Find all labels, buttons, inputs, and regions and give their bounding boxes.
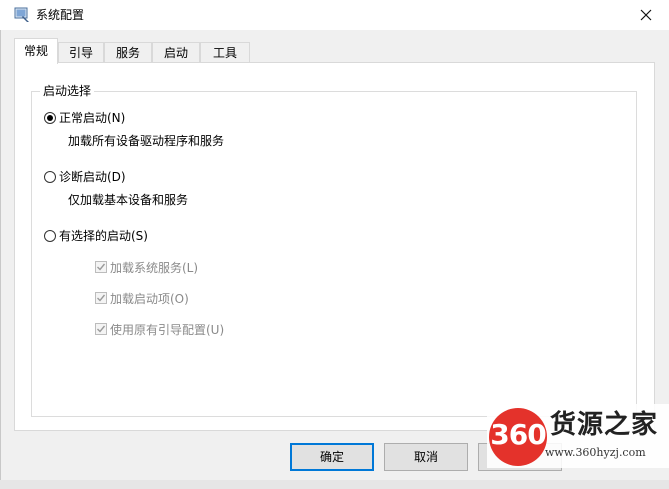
tab-startup[interactable]: 启动: [152, 42, 200, 63]
watermark-url: www.360hyzj.com: [545, 446, 646, 459]
watermark: 360 货源之家 www.360hyzj.com: [487, 404, 669, 468]
checkbox-load-startup-items[interactable]: 加载启动项(O): [95, 289, 189, 307]
checkbox-checked-disabled[interactable]: [95, 292, 107, 304]
watermark-text: 货源之家: [550, 410, 659, 440]
checkbox-use-original-boot-config[interactable]: 使用原有引导配置(U): [95, 320, 224, 338]
radio-label[interactable]: 正常启动(N): [59, 110, 125, 126]
radio-button-checked[interactable]: [44, 112, 56, 124]
checkbox-load-system-services[interactable]: 加载系统服务(L): [95, 258, 198, 276]
background-strip: [0, 480, 669, 489]
radio-diagnostic-startup[interactable]: 诊断启动(D): [44, 168, 126, 186]
title-bar: 系统配置: [0, 0, 669, 30]
option-description: 仅加载基本设备和服务: [68, 193, 189, 207]
window-title: 系统配置: [36, 8, 85, 22]
close-button[interactable]: [622, 0, 669, 30]
group-legend: 启动选择: [40, 83, 95, 99]
ok-button[interactable]: 确定: [290, 443, 374, 471]
radio-label[interactable]: 有选择的启动(S): [59, 228, 148, 244]
radio-button[interactable]: [44, 171, 56, 183]
radio-label[interactable]: 诊断启动(D): [59, 169, 126, 185]
close-icon: [640, 9, 651, 21]
tab-general[interactable]: 常规: [14, 38, 58, 64]
checkbox-label: 加载系统服务(L): [110, 260, 199, 275]
checkbox-checked-disabled[interactable]: [95, 323, 107, 335]
msconfig-icon: [14, 7, 30, 23]
tab-tools[interactable]: 工具: [200, 42, 250, 63]
tab-panel-general: 启动选择 正常启动(N) 加载所有设备驱动程序和服务 诊断启动(D) 仅加载基本…: [14, 62, 655, 431]
watermark-number: 360: [490, 418, 546, 451]
checkbox-checked-disabled[interactable]: [95, 261, 107, 273]
checkbox-label: 加载启动项(O): [110, 291, 189, 306]
tab-services[interactable]: 服务: [104, 42, 152, 63]
checkbox-label: 使用原有引导配置(U): [110, 322, 225, 337]
startup-selection-group: 启动选择 正常启动(N) 加载所有设备驱动程序和服务 诊断启动(D) 仅加载基本…: [31, 83, 637, 417]
cancel-button[interactable]: 取消: [384, 443, 468, 471]
radio-selective-startup[interactable]: 有选择的启动(S): [44, 227, 148, 245]
window-edge: [0, 30, 1, 489]
radio-normal-startup[interactable]: 正常启动(N): [44, 109, 125, 127]
radio-button[interactable]: [44, 230, 56, 242]
tab-boot[interactable]: 引导: [58, 42, 104, 63]
option-description: 加载所有设备驱动程序和服务: [68, 134, 225, 148]
